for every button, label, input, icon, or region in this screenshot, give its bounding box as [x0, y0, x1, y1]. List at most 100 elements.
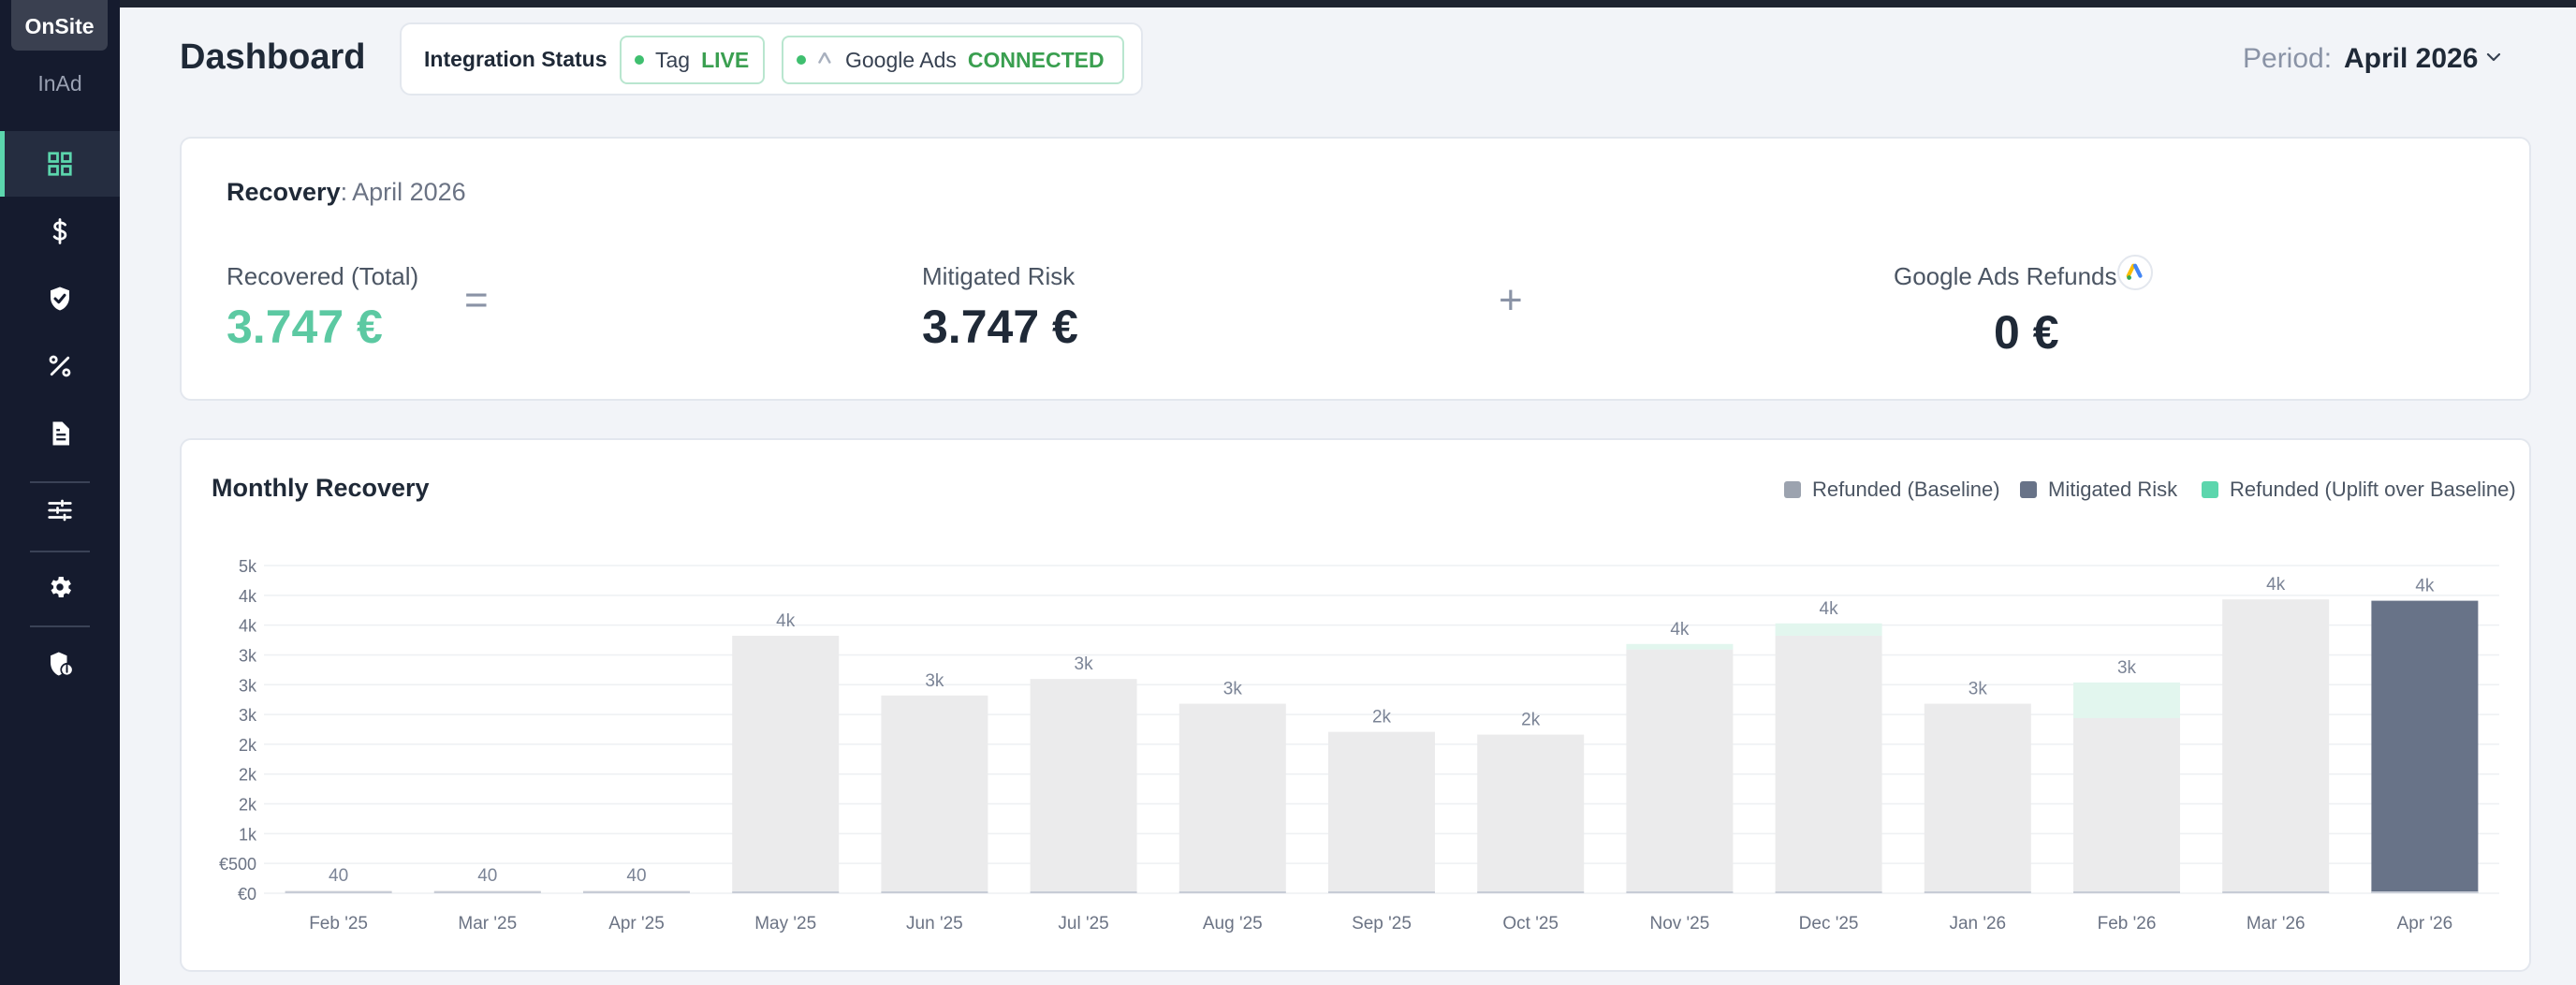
integration-name: Google Ads — [845, 47, 957, 72]
y-tick-label: 4k — [239, 617, 257, 636]
legend-swatch — [2020, 481, 2037, 498]
chevron-down-icon[interactable] — [2486, 52, 2501, 62]
sidebar-item-adjustments[interactable] — [0, 478, 120, 543]
tab-inad[interactable]: InAd — [0, 71, 120, 96]
integration-status-panel: Integration Status Tag LIVE Google Ads C… — [400, 22, 1143, 96]
legend-label: Mitigated Risk — [2048, 478, 2178, 501]
bar-baseline — [1775, 636, 1882, 893]
bar-uplift — [1626, 643, 1734, 650]
bar-baseline — [732, 636, 840, 893]
integration-status: CONNECTED — [967, 47, 1105, 72]
shield-info-icon — [51, 652, 74, 677]
google-ads-refunds-label: Google Ads Refunds — [1894, 262, 2117, 290]
x-tick-label: May '25 — [754, 914, 816, 934]
google-ads-refunds-value: 0 € — [1994, 306, 2059, 359]
sidebar-item-dashboard[interactable] — [0, 131, 120, 197]
sidebar-item-protection[interactable] — [0, 266, 120, 331]
sidebar: OnSite InAd — [0, 0, 120, 985]
dashboard-grid-icon — [48, 152, 72, 176]
x-tick-label: Dec '25 — [1799, 914, 1859, 934]
data-label: 4k — [1820, 599, 1839, 619]
x-tick-label: Jul '25 — [1058, 914, 1108, 934]
data-label: 4k — [2415, 577, 2435, 596]
y-tick-label: 2k — [239, 766, 257, 785]
google-ads-icon — [818, 52, 831, 64]
x-tick-label: Jan '26 — [1949, 914, 2006, 934]
sidebar-divider — [30, 551, 90, 552]
bar-baseline — [1626, 649, 1734, 893]
y-tick-label: 1k — [239, 825, 257, 844]
period-select[interactable]: April 2026 — [2344, 43, 2478, 75]
legend-item-baseline[interactable]: Refunded (Baseline) — [1784, 478, 2000, 502]
legend-item-mitigated[interactable]: Mitigated Risk — [2020, 478, 2177, 502]
bar-uplift — [1775, 623, 1882, 636]
y-tick-label: 5k — [239, 557, 257, 576]
sidebar-item-billing[interactable] — [0, 198, 120, 264]
sidebar-divider — [30, 625, 90, 627]
x-tick-label: Oct '25 — [1502, 914, 1559, 934]
period-label: Period: — [2243, 43, 2333, 74]
integration-status: LIVE — [701, 47, 750, 72]
bar-baseline — [1178, 703, 1286, 893]
y-tick-label: €0 — [238, 885, 256, 904]
dollar-icon — [52, 218, 67, 244]
y-tick-label: 3k — [239, 676, 257, 695]
legend-label: Refunded (Uplift over Baseline) — [2230, 478, 2516, 501]
sidebar-item-settings[interactable] — [0, 554, 120, 620]
sidebar-item-security-info[interactable] — [0, 631, 120, 697]
sliders-icon — [48, 499, 72, 522]
recovery-title-label: Recovery — [227, 178, 341, 206]
x-tick-label: Jun '25 — [906, 914, 963, 934]
data-label: 40 — [626, 866, 646, 886]
plus-sign: + — [1499, 277, 1523, 323]
y-tick-label: 3k — [239, 706, 257, 725]
integration-google-ads-badge[interactable]: Google Ads CONNECTED — [782, 36, 1124, 84]
x-tick-label: Feb '25 — [309, 914, 368, 934]
x-tick-label: Mar '25 — [458, 914, 517, 934]
data-label: 3k — [2117, 658, 2137, 678]
y-tick-label: 3k — [239, 646, 257, 665]
y-tick-label: 4k — [239, 587, 257, 606]
monthly-recovery-card: €0 €500 1k 2k 2k 2k 3k 3k 3k 4k 4k 5k 40 Feb '25 40 Mar… — [180, 438, 2531, 972]
data-label: 2k — [1521, 711, 1541, 730]
y-tick-label: €500 — [219, 855, 256, 874]
bar-mitigated — [2371, 600, 2479, 893]
recovered-total-value: 3.747 € — [227, 301, 383, 353]
bar-baseline — [1477, 734, 1585, 893]
top-bar — [0, 0, 2576, 7]
recovery-title-colon: : — [340, 178, 348, 206]
bar-baseline — [1030, 679, 1137, 893]
monthly-recovery-chart: €0 €500 1k 2k 2k 2k 3k 3k 3k 4k 4k 5k 40 Feb '25 40 Mar… — [219, 557, 2499, 934]
recovery-title-month: April 2026 — [352, 178, 466, 206]
data-label: 3k — [925, 671, 944, 691]
legend-swatch — [1784, 481, 1801, 498]
x-tick-label: Mar '26 — [2247, 914, 2305, 934]
recovered-total-label: Recovered (Total) — [227, 262, 419, 290]
gear-icon — [51, 577, 71, 597]
legend-item-uplift[interactable]: Refunded (Uplift over Baseline) — [2202, 478, 2516, 502]
tab-onsite[interactable]: OnSite — [11, 0, 108, 51]
document-icon — [52, 421, 69, 446]
recovery-title: Recovery: April 2026 — [227, 178, 466, 207]
sidebar-item-reports[interactable] — [0, 401, 120, 466]
recovery-card: Recovery: April 2026 Recovered (Total) 3.… — [180, 137, 2531, 401]
shield-check-icon — [51, 287, 69, 311]
data-label: 3k — [1969, 680, 1988, 699]
data-label: 4k — [776, 611, 796, 631]
legend-swatch — [2202, 481, 2218, 498]
x-tick-label: Aug '25 — [1203, 914, 1263, 934]
data-label: 4k — [2266, 575, 2286, 595]
status-dot-icon — [797, 55, 806, 65]
y-tick-label: 2k — [239, 796, 257, 815]
bar-baseline — [1328, 731, 1435, 893]
sidebar-item-rates[interactable] — [0, 333, 120, 399]
legend-label: Refunded (Baseline) — [1812, 478, 2000, 501]
google-ads-icon — [2126, 263, 2143, 280]
integration-name: Tag — [655, 47, 691, 72]
data-label: 40 — [329, 866, 348, 886]
x-tick-label: Apr '26 — [2397, 914, 2453, 934]
integration-tag-badge[interactable]: Tag LIVE — [620, 36, 765, 84]
x-tick-label: Sep '25 — [1352, 914, 1412, 934]
x-tick-label: Apr '25 — [608, 914, 665, 934]
y-tick-label: 2k — [239, 736, 257, 755]
